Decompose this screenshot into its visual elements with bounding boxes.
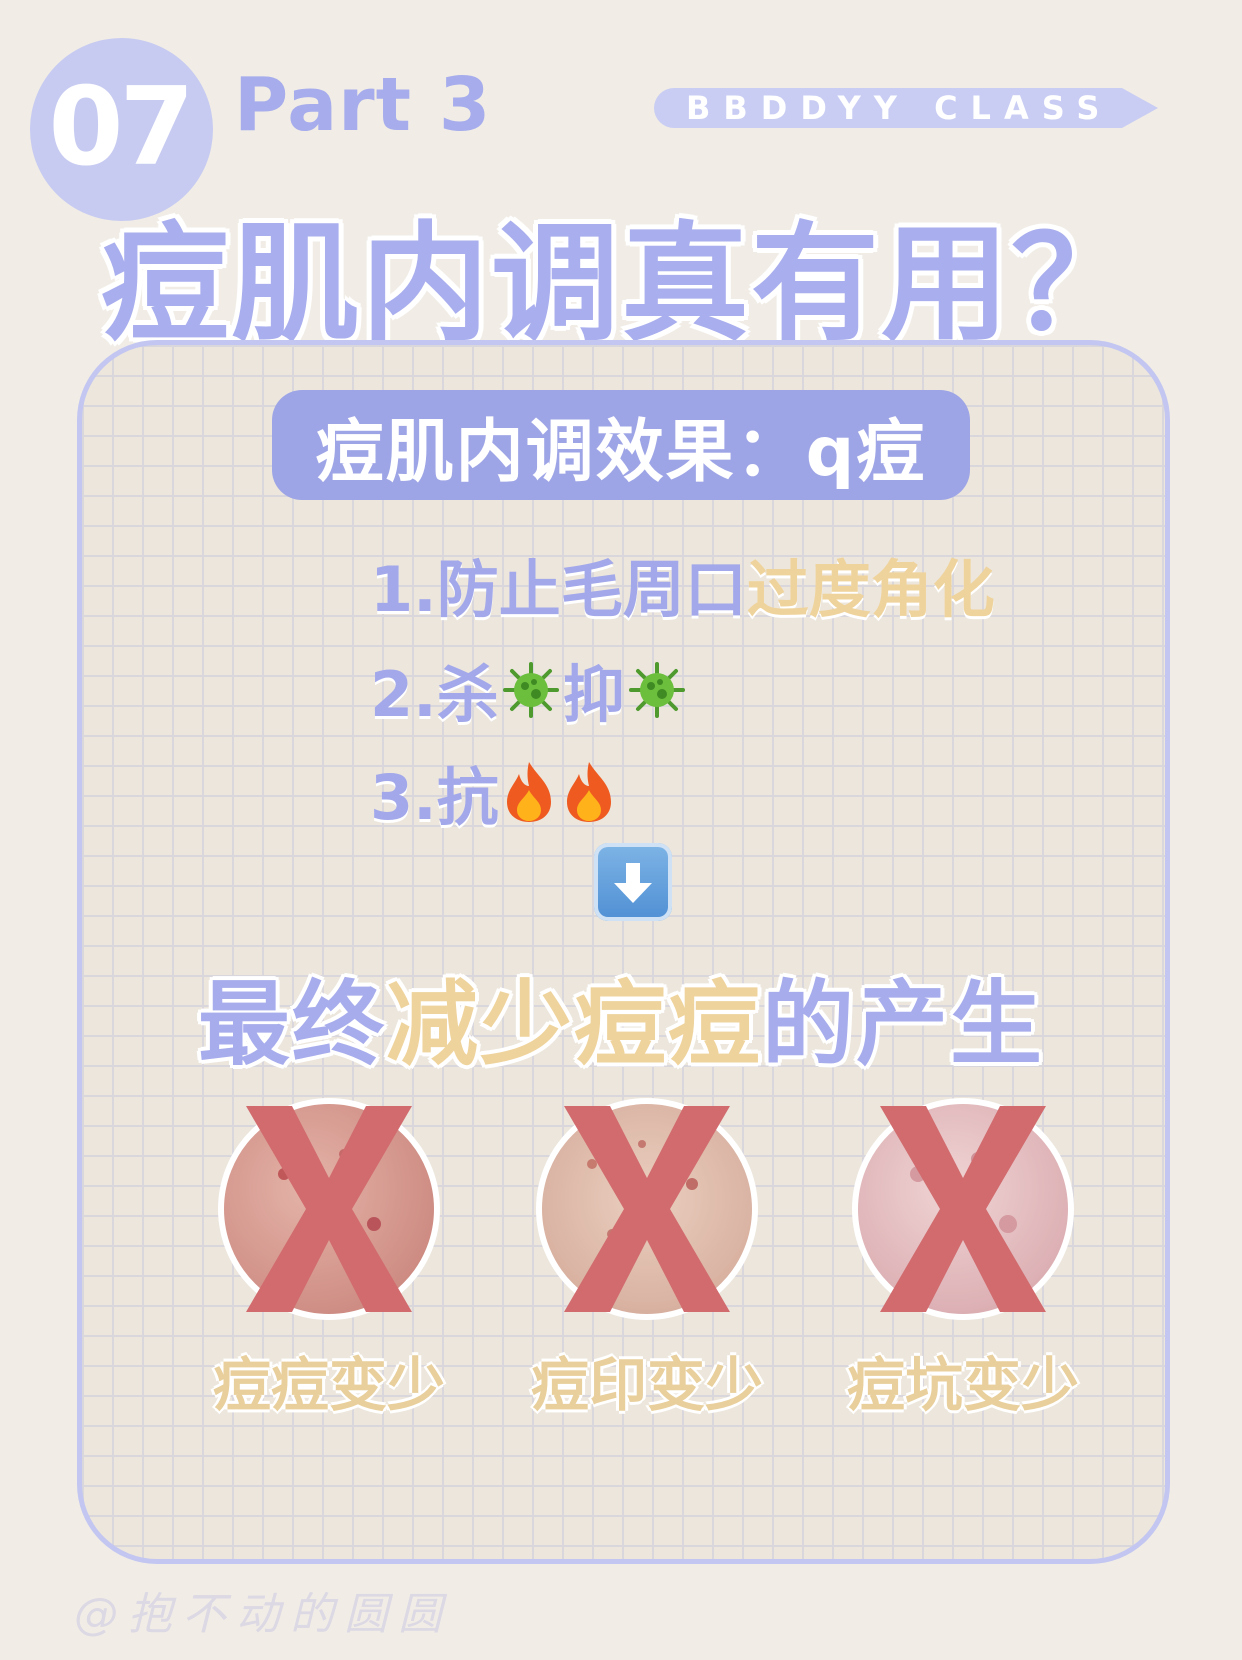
page-title: 痘肌内调真有用？: [100, 210, 1141, 359]
panel-header: 痘肌内调效果：q痘: [272, 390, 970, 500]
result-text: 最终减少痘痘的产生: [0, 950, 1242, 1083]
cross-mark-icon: [880, 1106, 1046, 1312]
result-highlight: 减少痘痘: [385, 971, 762, 1078]
cross-mark-icon: [564, 1106, 730, 1312]
fire-icon: [561, 760, 617, 843]
point-1-highlight: 过度角化: [746, 553, 995, 626]
point-1: 1.防止毛周口过度角化: [370, 550, 995, 630]
part-label: Part 3: [234, 62, 492, 148]
result-after: 的产生: [762, 971, 1045, 1078]
class-tag-text: BBDDYY CLASS: [686, 89, 1113, 127]
point-3: 3.抗: [370, 758, 619, 843]
item-label-acne: 痘痘变少: [212, 1351, 445, 1419]
cross-mark-icon: [246, 1106, 412, 1312]
item-label-marks: 痘印变少: [530, 1351, 763, 1419]
down-arrow-icon: [594, 843, 672, 921]
point-1-text: 1.防止毛周口: [370, 553, 747, 626]
part-number: 07: [48, 65, 194, 190]
result-before: 最终: [197, 971, 386, 1078]
item-label-pits: 痘坑变少: [846, 1351, 1079, 1419]
microbe-icon: [627, 659, 687, 739]
author-watermark: @抱不动的圆圆: [74, 1589, 452, 1640]
point-2: 2.杀抑: [370, 655, 689, 739]
class-tag: BBDDYY CLASS: [652, 86, 1160, 130]
point-3-text: 3.抗: [370, 761, 499, 834]
microbe-icon: [501, 659, 561, 739]
point-2-text: 2.杀: [370, 658, 499, 731]
fire-icon: [501, 760, 557, 843]
point-2-middle: 抑: [562, 658, 625, 731]
